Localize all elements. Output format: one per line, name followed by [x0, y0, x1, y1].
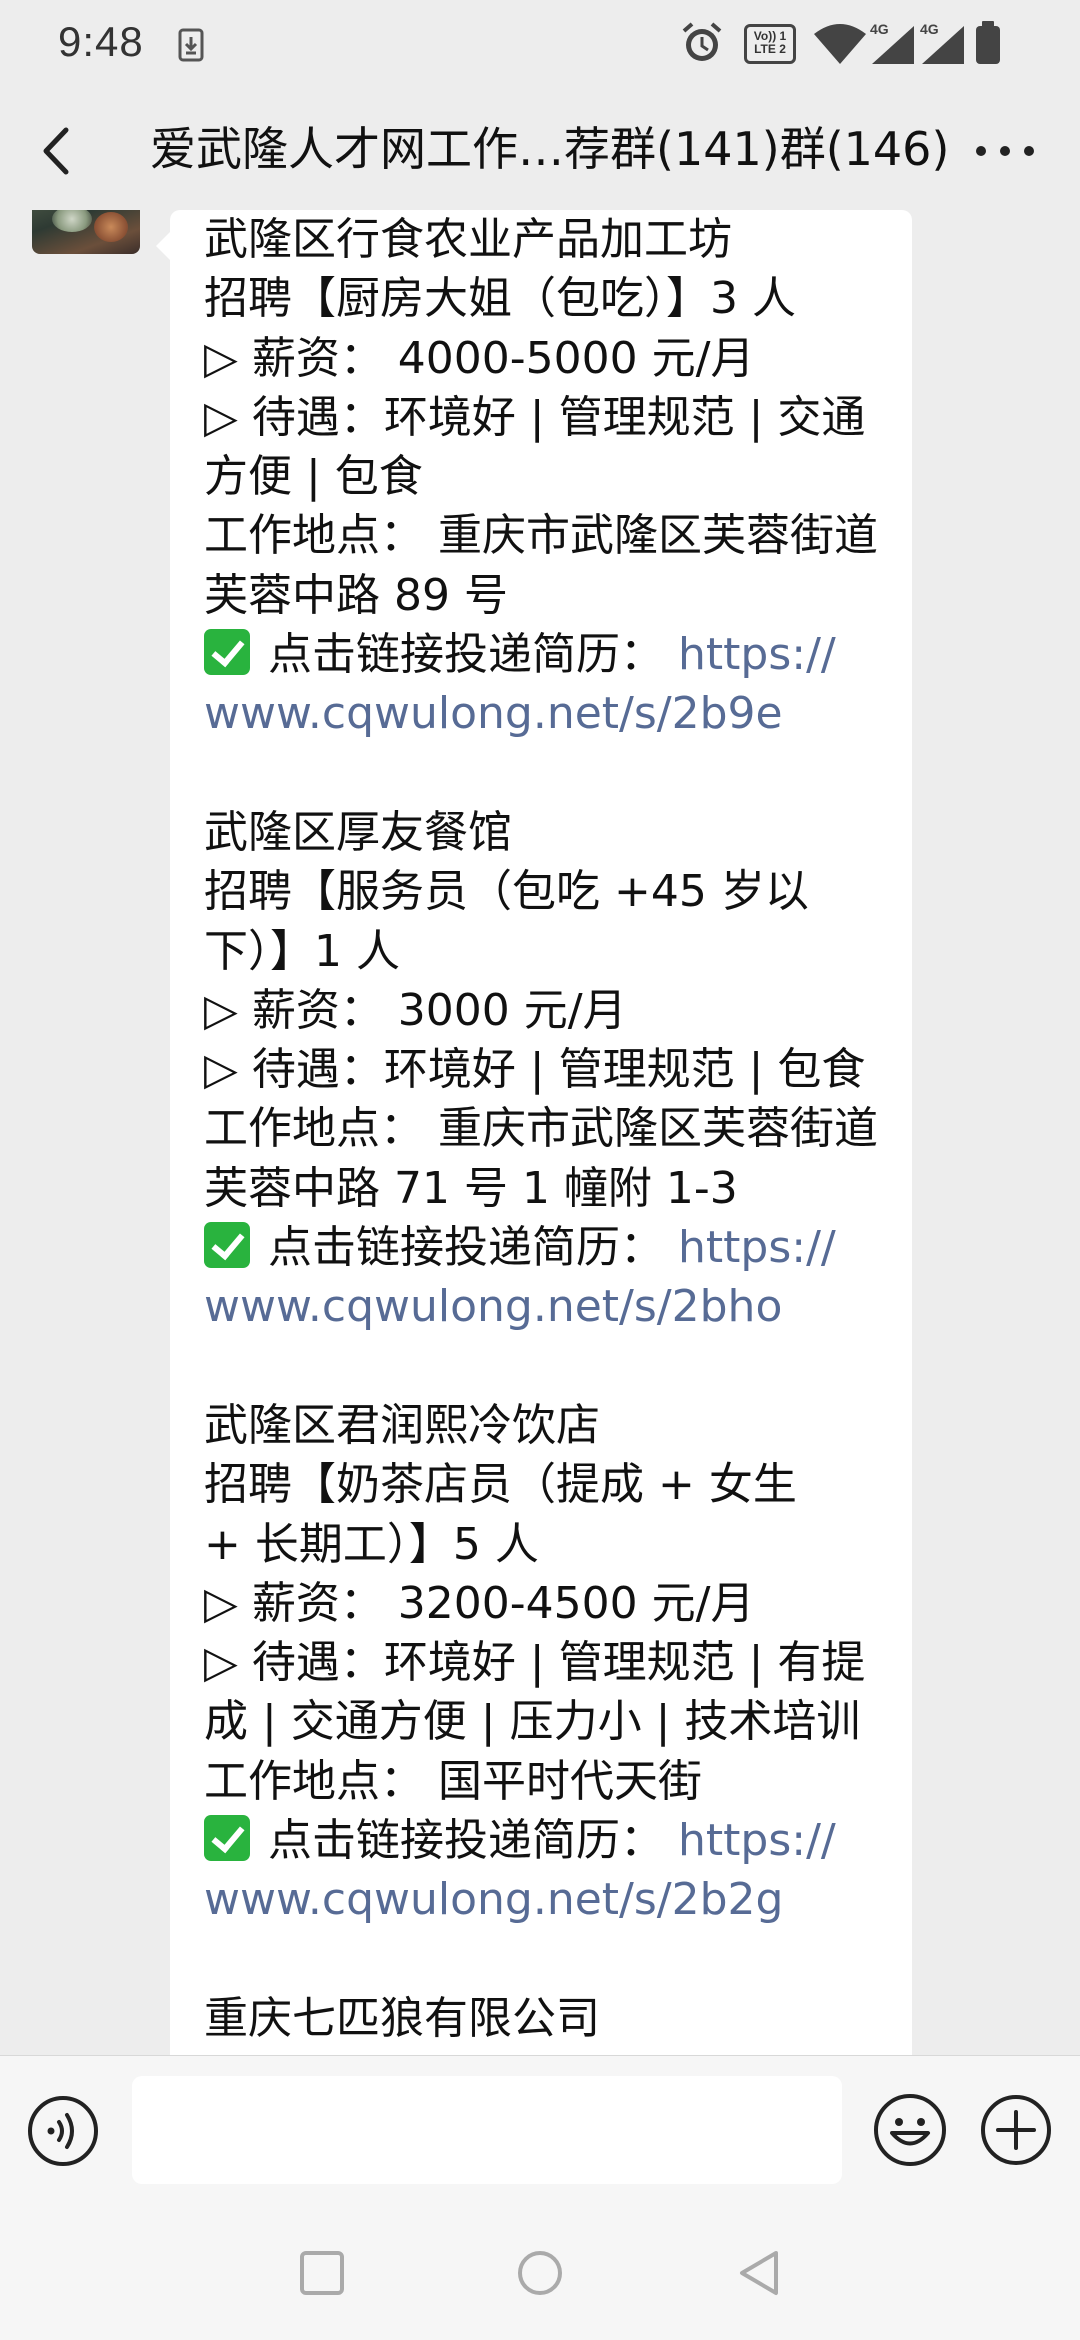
benefits-line: ▷ 待遇：环境好 | 管理规范 | 包食	[204, 1044, 866, 1096]
signal-4g-icon: 4G	[870, 21, 914, 64]
check-mark-icon	[204, 629, 250, 676]
apply-link[interactable]: https://	[678, 1222, 836, 1273]
benefits-line: 成 | 交通方便 | 压力小 | 技术培训	[204, 1696, 861, 1748]
apply-line: 点击链接投递简历： https://	[204, 625, 904, 684]
job-title: 下）】1 人	[204, 925, 400, 977]
volte-icon: Vo)) 1 LTE 2	[744, 24, 796, 64]
input-bar	[0, 2055, 1080, 2206]
apply-link[interactable]: www.cqwulong.net/s/2bho	[204, 1277, 904, 1336]
apply-label: 点击链接投递简历：	[268, 1222, 678, 1274]
check-mark-icon	[204, 1222, 250, 1269]
check-mark-icon	[204, 1815, 250, 1862]
chat-area[interactable]: 武隆区行食农业产品加工坊 招聘【厨房大姐（包吃）】3 人 ▷ 薪资： 4000-…	[0, 210, 1080, 2055]
back-triangle-icon[interactable]	[730, 2243, 790, 2303]
message-input[interactable]	[132, 2076, 842, 2184]
wifi-icon	[814, 24, 866, 64]
status-time: 9:48	[58, 18, 144, 65]
apply-line: 点击链接投递简历： https://	[204, 1811, 904, 1870]
benefits-line: ▷ 待遇：环境好 | 管理规范 | 交通	[204, 391, 866, 443]
job-title: 招聘【奶茶店员（提成 + 女生	[204, 1459, 797, 1511]
location-line: 工作地点： 重庆市武隆区芙蓉街道	[204, 510, 878, 562]
location-line: 工作地点： 国平时代天街	[204, 1755, 702, 1807]
battery-icon	[976, 21, 1000, 64]
benefits-line: 方便 | 包食	[204, 451, 423, 503]
location-line: 芙蓉中路 71 号 1 幢附 1-3	[204, 1162, 738, 1214]
apply-label: 点击链接投递简历：	[268, 629, 678, 681]
location-line: 芙蓉中路 89 号	[204, 569, 508, 621]
salary-line: ▷ 薪资： 3200-4500 元/月	[204, 1577, 755, 1629]
network-label: 4G	[920, 21, 939, 37]
system-nav-bar	[0, 2205, 1080, 2340]
company-name: 武隆区君润熙冷饮店	[204, 1399, 600, 1451]
download-notification-icon	[178, 28, 204, 62]
plus-circle-icon[interactable]	[978, 2092, 1054, 2168]
apply-link[interactable]: https://	[678, 1815, 836, 1866]
signal-4g-icon: 4G	[920, 21, 964, 64]
message-text[interactable]: 武隆区行食农业产品加工坊 招聘【厨房大姐（包吃）】3 人 ▷ 薪资： 4000-…	[204, 210, 904, 2048]
recent-apps-icon[interactable]	[292, 2243, 352, 2303]
location-line: 工作地点： 重庆市武隆区芙蓉街道	[204, 1103, 878, 1155]
company-name: 重庆七匹狼有限公司	[204, 1992, 600, 2044]
status-bar: 9:48 Vo)) 1 LTE 2 4G 4G	[0, 0, 1080, 90]
lte-label: LTE 2	[754, 42, 786, 56]
voice-icon[interactable]	[26, 2094, 100, 2168]
company-name: 武隆区行食农业产品加工坊	[204, 214, 732, 265]
apply-line: 点击链接投递简历： https://	[204, 1218, 904, 1277]
apply-link[interactable]: www.cqwulong.net/s/2b2g	[204, 1870, 904, 1929]
avatar-detail	[94, 212, 128, 242]
home-icon[interactable]	[510, 2243, 570, 2303]
emoji-icon[interactable]	[870, 2090, 950, 2170]
job-title: 招聘【服务员（包吃 +45 岁以	[204, 866, 809, 918]
bubble-tail	[156, 232, 170, 260]
apply-link[interactable]: www.cqwulong.net/s/2b9e	[204, 684, 904, 743]
title-bar: 爱武隆人才网工作…荐群(141)群(146)	[0, 90, 1080, 210]
avatar[interactable]	[32, 210, 140, 254]
apply-link[interactable]: https://	[678, 629, 836, 680]
company-name: 武隆区厚友餐馆	[204, 806, 512, 858]
network-label: 4G	[870, 21, 889, 37]
salary-line: ▷ 薪资： 4000-5000 元/月	[204, 332, 755, 384]
more-horizontal-icon[interactable]	[970, 126, 1040, 176]
benefits-line: ▷ 待遇：环境好 | 管理规范 | 有提	[204, 1637, 866, 1689]
avatar-detail	[52, 210, 92, 232]
salary-line: ▷ 薪资： 3000 元/月	[204, 984, 627, 1036]
job-title: + 长期工）】5 人	[204, 1518, 539, 1570]
job-title: 招聘【厨房大姐（包吃）】3 人	[204, 273, 796, 325]
chat-title: 爱武隆人才网工作…荐群(141)群(146)	[150, 122, 950, 176]
chevron-left-icon[interactable]	[28, 116, 88, 186]
apply-label: 点击链接投递简历：	[268, 1815, 678, 1867]
alarm-icon	[682, 22, 722, 61]
